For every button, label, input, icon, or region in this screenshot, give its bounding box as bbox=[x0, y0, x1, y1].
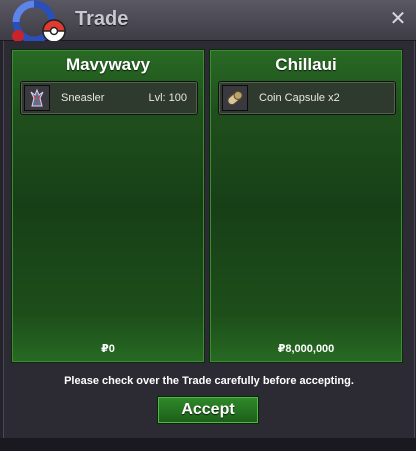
sneasler-sprite-icon bbox=[24, 85, 50, 111]
trade-content: Mavywavy Sneasler Lvl: 100 ₽0 Chillaui C… bbox=[3, 41, 415, 438]
coin-capsule-icon bbox=[222, 85, 248, 111]
player-name-left: Mavywavy bbox=[65, 55, 151, 74]
money-offer-right: ₽8,000,000 bbox=[277, 343, 335, 355]
trade-notice: Please check over the Trade carefully be… bbox=[64, 375, 354, 387]
item-level: Lvl: 100 bbox=[148, 92, 187, 104]
player-name-right: Chillaui bbox=[275, 55, 337, 74]
accept-button[interactable]: Accept bbox=[157, 396, 259, 424]
trade-window: Trade ✕ Mavywavy Sneasler Lvl: 100 ₽0 Ch… bbox=[0, 0, 416, 451]
item-name: Coin Capsule x2 bbox=[259, 92, 340, 104]
trade-item-row[interactable]: Coin Capsule x2 bbox=[218, 81, 396, 115]
close-button[interactable]: ✕ bbox=[388, 9, 408, 29]
item-name: Sneasler bbox=[61, 92, 105, 104]
money-offer-left: ₽0 bbox=[101, 343, 115, 355]
logo-icon bbox=[12, 0, 66, 44]
left-trade-panel: Mavywavy Sneasler Lvl: 100 ₽0 bbox=[11, 49, 205, 363]
window-title: Trade bbox=[75, 8, 129, 30]
title-bar[interactable]: Trade ✕ bbox=[0, 0, 416, 44]
item-name-text: Coin Capsule bbox=[259, 92, 326, 104]
right-trade-panel: Chillaui Coin Capsule x2 ₽8,000,000 bbox=[209, 49, 403, 363]
window-bottom-edge bbox=[0, 438, 416, 451]
trade-item-row[interactable]: Sneasler Lvl: 100 bbox=[20, 81, 198, 115]
item-quantity: x2 bbox=[328, 92, 340, 104]
